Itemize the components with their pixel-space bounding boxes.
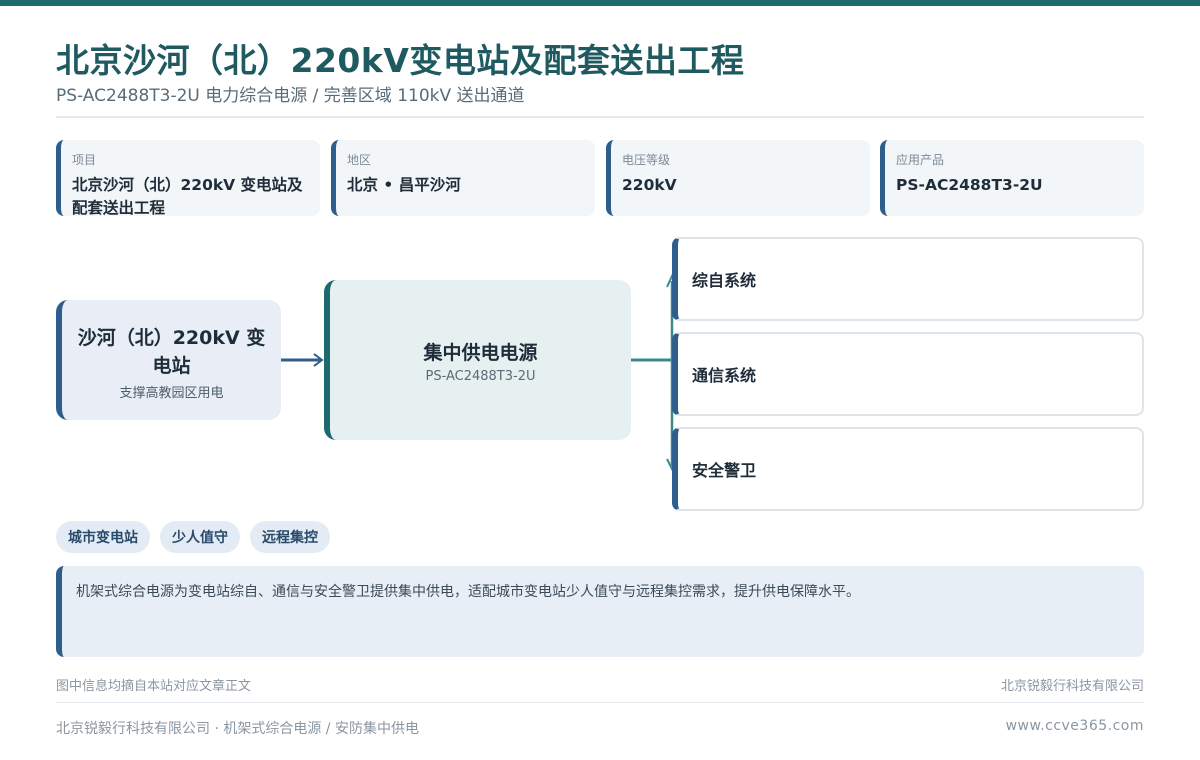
info-card-value: 220kV <box>622 176 677 194</box>
center-node: 集中供电电源 PS-AC2488T3-2U <box>324 280 631 440</box>
info-card-label: 应用产品 <box>896 153 945 167</box>
footer-divider <box>56 702 1144 703</box>
header-divider <box>56 116 1144 118</box>
info-card-value: PS-AC2488T3-2U <box>896 176 1043 194</box>
tag-list: 城市变电站 少人值守 远程集控 <box>56 521 330 553</box>
page-subtitle: PS-AC2488T3-2U 电力综合电源 / 完善区域 110kV 送出通道 <box>56 86 525 106</box>
company-name: 北京锐毅行科技有限公司 <box>1000 679 1144 694</box>
output-node-label: 综自系统 <box>692 271 757 290</box>
output-node-label: 通信系统 <box>692 366 757 385</box>
info-card-value: 北京 • 昌平沙河 <box>347 176 461 194</box>
info-card-label: 项目 <box>72 153 97 167</box>
output-node-communication: 通信系统 <box>672 332 1144 416</box>
tag-item: 远程集控 <box>250 521 330 553</box>
info-card-product: 应用产品 PS-AC2488T3-2U <box>880 140 1144 216</box>
source-node: 沙河（北）220kV 变电站 支撑高教园区用电 <box>56 300 281 420</box>
source-to-center-arrow <box>281 353 324 367</box>
center-node-model: PS-AC2488T3-2U <box>425 369 536 384</box>
website-link[interactable]: www.ccve365.com <box>1006 718 1144 734</box>
info-card-label: 地区 <box>347 153 372 167</box>
source-node-name: 沙河（北）220kV 变电站 <box>77 327 266 377</box>
center-node-name: 集中供电电源 <box>423 342 538 364</box>
info-card-region: 地区 北京 • 昌平沙河 <box>331 140 595 216</box>
source-note: 图中信息均摘自本站对应文章正文 <box>56 679 252 694</box>
info-card-value: 北京沙河（北）220kV 变电站及配套送出工程 <box>72 176 303 216</box>
top-accent-bar <box>0 0 1200 6</box>
description-note: 机架式综合电源为变电站综自、通信与安全警卫提供集中供电，适配城市变电站少人值守与… <box>56 566 1144 657</box>
source-node-desc: 支撑高教园区用电 <box>119 386 224 401</box>
output-node-label: 安全警卫 <box>692 461 757 480</box>
info-card-voltage: 电压等级 220kV <box>606 140 870 216</box>
info-card-project: 项目 北京沙河（北）220kV 变电站及配套送出工程 <box>56 140 320 216</box>
footer-left-text: 北京锐毅行科技有限公司 · 机架式综合电源 / 安防集中供电 <box>56 721 419 737</box>
output-node-security: 安全警卫 <box>672 427 1144 511</box>
tag-item: 少人值守 <box>160 521 240 553</box>
output-node-automation: 综自系统 <box>672 237 1144 321</box>
info-cards: 项目 北京沙河（北）220kV 变电站及配套送出工程 地区 北京 • 昌平沙河 … <box>56 140 1144 216</box>
center-to-outputs-arrows <box>631 273 678 472</box>
tag-item: 城市变电站 <box>56 521 150 553</box>
info-card-label: 电压等级 <box>622 153 671 167</box>
page-title: 北京沙河（北）220kV变电站及配套送出工程 <box>56 41 745 80</box>
